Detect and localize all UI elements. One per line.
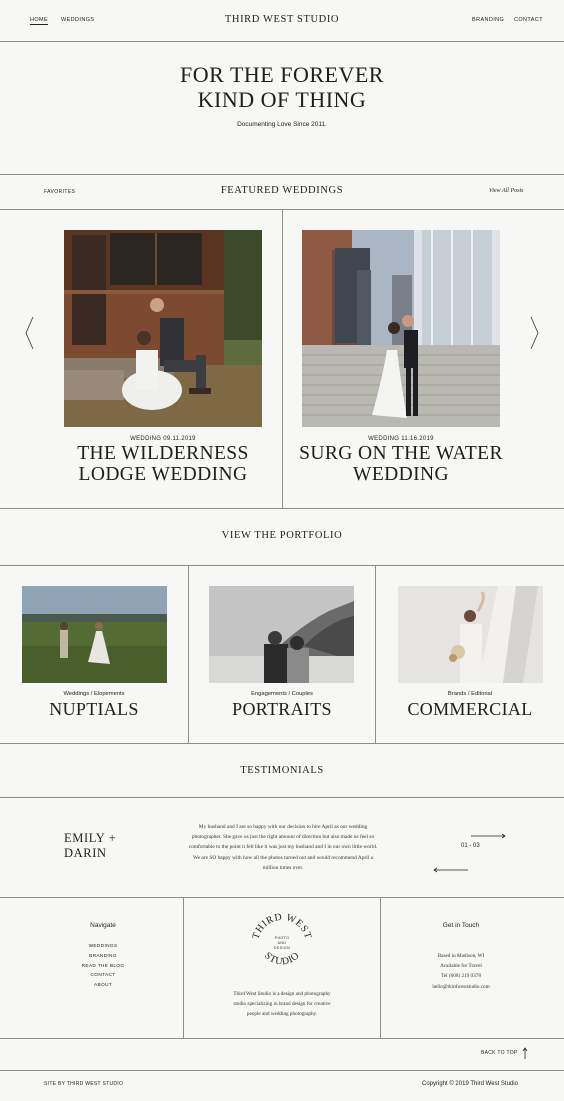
featured-title: FEATURED WEDDINGS <box>220 185 344 196</box>
carousel-prev-button[interactable] <box>24 316 36 355</box>
chevron-left-icon <box>25 316 34 350</box>
site-credit[interactable]: SITE BY THIRD WEST STUDIO <box>44 1081 123 1087</box>
svg-text:STUDIO: STUDIO <box>262 950 302 967</box>
svg-text:PHOTO: PHOTO <box>275 936 290 940</box>
footer-nav-links: WEDDINGS BRANDING READ THE BLOG CONTACT … <box>0 942 206 991</box>
post-date: WEDDING 09.11.2019 <box>130 436 196 442</box>
divider <box>0 174 564 175</box>
portfolio-title: VIEW THE PORTFOLIO <box>221 530 343 541</box>
divider <box>0 743 564 744</box>
nuptials-photo[interactable] <box>22 586 167 683</box>
hero-title-line1: FOR THE FOREVER <box>180 62 384 87</box>
about-line: people and wedding photography. <box>246 1011 318 1018</box>
divider <box>0 508 564 509</box>
portfolio-title-portraits[interactable]: PORTRAITS <box>188 699 376 720</box>
footer-link-weddings[interactable]: WEDDINGS <box>0 942 206 952</box>
divider <box>0 41 564 42</box>
footer-link-contact[interactable]: CONTACT <box>0 971 206 981</box>
portfolio-category: Weddings / Elopements <box>63 691 125 697</box>
footer-about-text: Third West Studio is a design and photog… <box>184 989 380 1020</box>
divider <box>282 209 283 508</box>
carousel-next-button[interactable] <box>528 316 540 355</box>
hero-title-line2: KIND OF THING <box>197 87 367 112</box>
testimonial-author-line2: DARIN <box>64 846 107 860</box>
chevron-right-icon <box>530 316 539 350</box>
testimonial-quote: My husband and I are so happy with our d… <box>178 822 388 873</box>
quote-line: comfortable to the point it felt like it… <box>188 844 378 851</box>
post-date: WEDDING 11.16.2019 <box>368 436 434 442</box>
copyright-text: Copyright © 2019 Third West Studio <box>422 1081 518 1087</box>
portfolio-title-nuptials[interactable]: NUPTIALS <box>0 699 188 720</box>
testimonials-title: TESTIMONIALS <box>240 765 324 776</box>
footer-link-blog[interactable]: READ THE BLOG <box>0 962 206 972</box>
contact-email[interactable]: hello@thirdweststudio.com <box>381 982 541 992</box>
commercial-photo[interactable] <box>398 586 543 683</box>
studio-seal: THIRD WEST STUDIO PHOTO AND DESIGN <box>251 912 313 968</box>
portfolio-title-commercial[interactable]: COMMERCIAL <box>376 699 564 720</box>
about-line: Third West Studio is a design and photog… <box>233 991 331 997</box>
svg-text:DESIGN: DESIGN <box>274 946 290 950</box>
portfolio-category: Brands / Editorial <box>447 691 493 697</box>
quote-line: photographer. She gave us just the right… <box>191 834 375 841</box>
quote-line: My husband and I are so happy with our d… <box>198 824 368 830</box>
divider <box>0 1070 564 1071</box>
hero-subtitle: Documenting Love Since 2011. <box>237 121 327 128</box>
arrow-right-icon <box>471 833 506 839</box>
arrow-left-icon <box>433 867 468 873</box>
surg-on-the-water-photo[interactable] <box>302 230 500 427</box>
testimonial-next-button[interactable] <box>471 826 507 844</box>
footer-link-branding[interactable]: BRANDING <box>0 952 206 962</box>
contact-phone[interactable]: Tel (608) 219 0378 <box>381 971 541 981</box>
view-all-posts-link[interactable]: View All Posts <box>489 188 523 194</box>
back-to-top-label: BACK TO TOP <box>481 1050 518 1056</box>
wilderness-lodge-photo[interactable] <box>64 230 262 427</box>
footer-contact-info: Based in Madison, WI Available for Trave… <box>381 951 541 992</box>
nav-link-contact[interactable]: CONTACT <box>514 17 543 23</box>
contact-travel: Available for Travel <box>440 963 482 970</box>
divider <box>0 897 564 898</box>
divider <box>0 797 564 798</box>
post-title-line1[interactable]: THE WILDERNESS <box>54 443 272 464</box>
svg-text:AND: AND <box>278 941 287 945</box>
post-title-line2[interactable]: LODGE WEDDING <box>54 464 272 485</box>
quote-line: million times over. <box>262 864 304 871</box>
arrow-up-icon <box>522 1047 527 1059</box>
footer-link-about[interactable]: ABOUT <box>0 981 206 991</box>
post-title-line1[interactable]: SURG ON THE WATER <box>292 443 510 464</box>
divider <box>0 565 564 566</box>
testimonial-counter: 01 - 03 <box>461 843 480 849</box>
nav-link-branding[interactable]: BRANDING <box>472 17 504 23</box>
studio-seal-logo[interactable]: THIRD WEST STUDIO PHOTO AND DESIGN <box>246 910 318 977</box>
back-to-top-button[interactable]: BACK TO TOP <box>481 1047 528 1059</box>
portraits-photo[interactable] <box>209 586 354 683</box>
portfolio-category: Engagements / Couples <box>251 691 313 697</box>
testimonial-prev-button[interactable] <box>432 860 468 878</box>
footer-navigate-title: Navigate <box>90 922 116 929</box>
post-title-line2[interactable]: WEDDING <box>292 464 510 485</box>
quote-line: We are SO happy with how all the photos … <box>193 854 373 861</box>
footer-contact-title: Get in Touch <box>442 922 480 929</box>
about-line: studio specializing in brand design for … <box>233 1001 331 1008</box>
divider <box>0 1038 564 1039</box>
contact-location: Based in Madison, WI <box>437 953 485 959</box>
testimonial-author-line1: EMILY + <box>64 831 117 845</box>
